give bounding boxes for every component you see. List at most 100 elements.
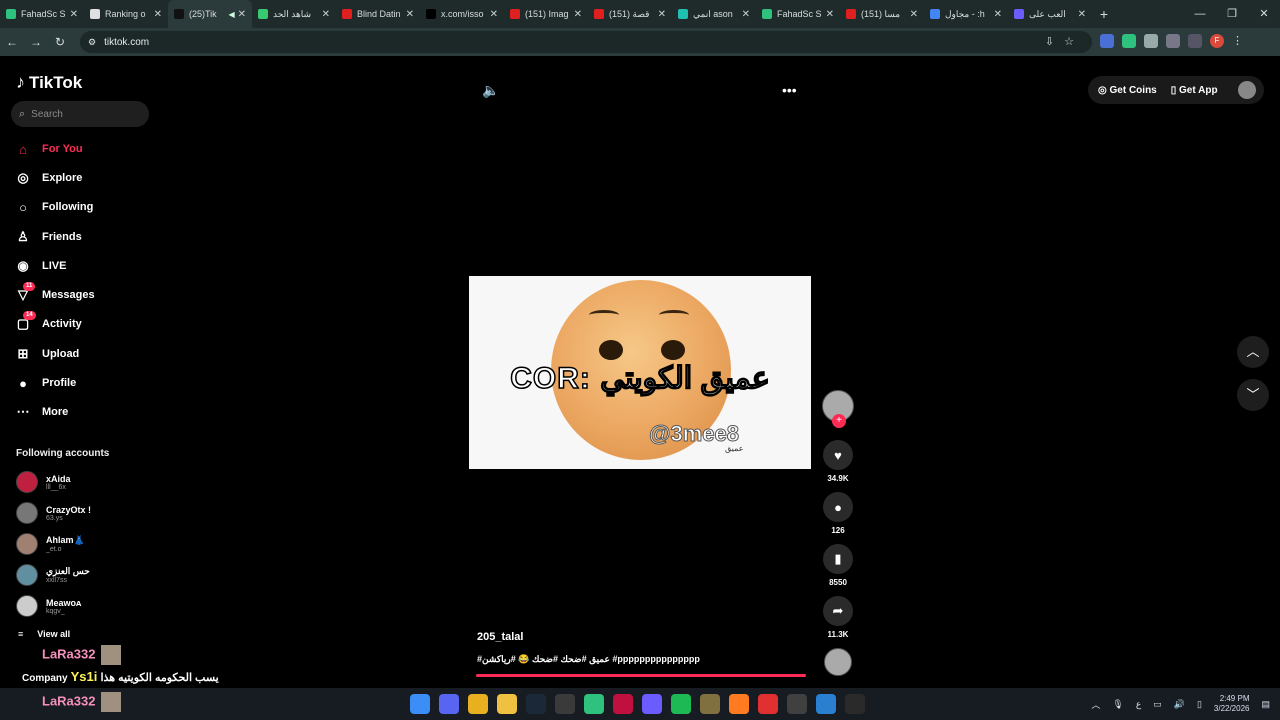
back-icon[interactable]: ← xyxy=(0,35,24,49)
save-action[interactable]: ▮ 8550 xyxy=(822,544,854,587)
share-action[interactable]: ➦ 11.3K xyxy=(822,596,854,639)
restore-icon[interactable]: ❐ xyxy=(1216,0,1248,28)
volume-icon[interactable]: 🔈 xyxy=(482,82,499,99)
browser-tab[interactable]: (151) مسا ✕ xyxy=(840,0,924,28)
browser-tab[interactable]: (151) قصة ✕ xyxy=(588,0,672,28)
browser-tab[interactable]: x.com/isso ✕ xyxy=(420,0,504,28)
shield-app-icon[interactable] xyxy=(816,694,836,714)
bookmark-icon[interactable]: ▮ xyxy=(823,544,853,574)
affinity-icon[interactable] xyxy=(613,694,633,714)
search-input[interactable]: ⌕ Search xyxy=(11,101,149,127)
clock[interactable]: 2:49 PM 3/22/2026 xyxy=(1214,694,1250,714)
tab-close-icon[interactable]: ✕ xyxy=(826,9,834,20)
get-app-button[interactable]: ▯ Get App xyxy=(1171,85,1218,96)
windows-start-icon[interactable] xyxy=(410,694,430,714)
close-window-icon[interactable]: ✕ xyxy=(1248,0,1280,28)
app-icon[interactable] xyxy=(584,694,604,714)
following-account[interactable]: CrazyOtx ! 63.ys xyxy=(16,501,91,525)
sidebar-item-activity[interactable]: ▢ 14 Activity xyxy=(14,311,82,334)
tab-close-icon[interactable]: ✕ xyxy=(742,9,750,20)
browser-tab[interactable]: العب على ✕ xyxy=(1008,0,1092,28)
bookmark-star-icon[interactable]: ⇩☆ xyxy=(1045,35,1084,48)
profile-avatar[interactable]: F xyxy=(1210,34,1224,48)
previous-video-icon[interactable]: ︿ xyxy=(1237,336,1269,368)
browser-tab[interactable]: FahadSc S ✕ xyxy=(756,0,840,28)
video-options-icon[interactable]: ••• xyxy=(782,82,797,98)
sidebar-item-following[interactable]: ○ Following xyxy=(14,197,93,217)
heart-icon[interactable]: ♥ xyxy=(823,440,853,470)
extension-icon[interactable] xyxy=(1144,34,1158,48)
spotify-icon[interactable] xyxy=(671,694,691,714)
tab-close-icon[interactable]: ✕ xyxy=(994,9,1002,20)
tab-close-icon[interactable]: ✕ xyxy=(154,9,162,20)
folder-icon[interactable] xyxy=(700,694,720,714)
extension-icon[interactable] xyxy=(1100,34,1114,48)
sidebar-item-upload[interactable]: ⊞ Upload xyxy=(14,344,80,364)
following-account[interactable]: xAida lll__6x xyxy=(16,470,71,494)
new-tab-button[interactable]: + xyxy=(1092,6,1116,22)
sidebar-item-for-you[interactable]: ⌂ For You xyxy=(14,139,82,159)
comment-icon[interactable]: ● xyxy=(823,492,853,522)
tab-close-icon[interactable]: ✕ xyxy=(406,9,414,20)
video-author[interactable]: 205_talal xyxy=(477,631,523,643)
steam-icon[interactable] xyxy=(526,694,546,714)
view-all-button[interactable]: ≡ View all xyxy=(18,629,70,639)
tab-close-icon[interactable]: ✕ xyxy=(1078,9,1086,20)
minimize-icon[interactable]: — xyxy=(1184,0,1216,28)
address-bar[interactable]: ⚙ tiktok.com ⇩☆ xyxy=(80,31,1092,53)
browser-tab[interactable]: شاهد الحد ✕ xyxy=(252,0,336,28)
tab-close-icon[interactable]: ✕ xyxy=(490,9,498,20)
menu-dots-icon[interactable]: ⋮ xyxy=(1232,34,1243,48)
sidebar-item-messages[interactable]: ▽ 11 Messages xyxy=(14,282,95,305)
xbox-icon[interactable] xyxy=(555,694,575,714)
browser-tab[interactable]: Ranking o ✕ xyxy=(84,0,168,28)
browser-tab[interactable]: مجاول - :h ✕ xyxy=(924,0,1008,28)
sidebar-item-more[interactable]: ⋯ More xyxy=(14,402,69,422)
browser-tab[interactable]: انمي ason ✕ xyxy=(672,0,756,28)
puzzle-icon[interactable] xyxy=(1166,34,1180,48)
browser-tab[interactable]: (151) Imag ✕ xyxy=(504,0,588,28)
firefox-icon[interactable] xyxy=(729,694,749,714)
epic-games-icon[interactable] xyxy=(845,694,865,714)
battery-icon[interactable]: ▯ xyxy=(1197,699,1202,710)
tiktok-logo[interactable]: ♪ TikTok xyxy=(16,72,82,93)
get-coins-button[interactable]: ◎ Get Coins xyxy=(1098,85,1157,96)
comment-action[interactable]: ● 126 xyxy=(822,492,854,535)
reload-icon[interactable]: ↻ xyxy=(48,35,72,49)
file-explorer-icon[interactable] xyxy=(497,694,517,714)
following-account[interactable]: Meawᴏᴀ kqgv_ xyxy=(16,594,81,618)
language-indicator[interactable]: ع xyxy=(1136,699,1141,710)
notifications-icon[interactable]: ▤ xyxy=(1261,699,1270,710)
music-disc[interactable] xyxy=(822,648,854,676)
site-info-icon[interactable]: ⚙ xyxy=(88,37,96,48)
chrome-icon[interactable] xyxy=(468,694,488,714)
user-avatar[interactable] xyxy=(1237,81,1256,99)
like-action[interactable]: ♥ 34.9K xyxy=(822,440,854,483)
sidebar-item-explore[interactable]: ◎ Explore xyxy=(14,168,82,188)
speaker-icon[interactable]: 🔊 xyxy=(1174,699,1185,710)
tab-close-icon[interactable]: ✕ xyxy=(238,9,246,20)
following-account[interactable]: حس العنزي xxll7ss xyxy=(16,563,90,587)
browser-tab[interactable]: Blind Datin ✕ xyxy=(336,0,420,28)
tab-close-icon[interactable]: ✕ xyxy=(322,9,330,20)
microphone-icon[interactable]: 🎙 xyxy=(1112,699,1123,710)
share-icon[interactable]: ➦ xyxy=(823,596,853,626)
video-progress-bar[interactable] xyxy=(476,674,806,677)
clock-app-icon[interactable] xyxy=(787,694,807,714)
browser-tab[interactable]: FahadSc S ✕ xyxy=(0,0,84,28)
tab-close-icon[interactable]: ✕ xyxy=(910,9,918,20)
video-app-icon[interactable] xyxy=(642,694,662,714)
network-icon[interactable]: ▭ xyxy=(1153,699,1162,710)
creator-avatar[interactable]: + xyxy=(822,390,854,428)
media-icon[interactable] xyxy=(1188,34,1202,48)
tab-close-icon[interactable]: ✕ xyxy=(70,9,78,20)
red-app-icon[interactable] xyxy=(758,694,778,714)
video-player[interactable]: COR: عميق الكويتي @3mee8 عميق xyxy=(469,276,811,469)
browser-tab[interactable]: (25)Tik ◀ ✕ xyxy=(168,0,252,28)
next-video-icon[interactable]: ﹀ xyxy=(1237,379,1269,411)
following-account[interactable]: Ahlam👗 _et.o xyxy=(16,532,85,556)
sidebar-item-live[interactable]: ◉ LIVE xyxy=(14,256,66,276)
extension-shield-icon[interactable] xyxy=(1122,34,1136,48)
sidebar-item-friends[interactable]: ♙ Friends xyxy=(14,227,82,247)
tab-audio-icon[interactable]: ◀ xyxy=(228,10,234,19)
